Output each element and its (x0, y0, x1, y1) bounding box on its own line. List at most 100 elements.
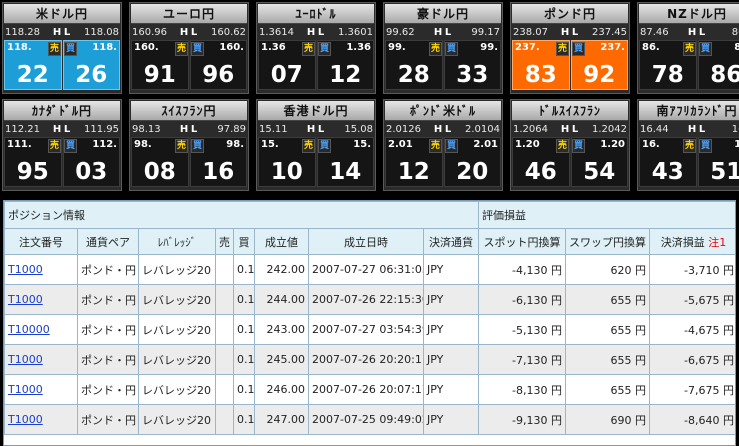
rate-panel[interactable]: ポンド円 238.07 H L 237.45 237. 83 237. 92 売買 (510, 2, 630, 94)
rate-panel[interactable]: ユーロ円 160.96 H L 160.62 160. 91 160. 96 売買 (129, 2, 249, 94)
bid-figure: 1.20 (515, 139, 540, 150)
quote-row: 1.36 07 1.36 12 売買 (258, 40, 374, 90)
sell-badge: 売 (48, 42, 62, 56)
price-cell: 247.00 (254, 404, 309, 435)
datetime-cell: 2007-07-27 06:31:05 (308, 254, 424, 285)
buy-cell: 0.1 (233, 284, 255, 315)
datetime-cell: 2007-07-26 20:07:17 (308, 374, 424, 405)
bid-pips: 22 (16, 62, 49, 88)
rate-panel[interactable]: 豪ドル円 99.62 H L 99.17 99. 28 99. 33 売買 (383, 2, 503, 94)
high-value: 86.6 (731, 26, 739, 38)
section-title: ポジション情報 (4, 201, 479, 229)
order-cell: T1000 (4, 344, 78, 375)
high-value: 1.2042 (592, 123, 627, 135)
rate-panel[interactable]: NZドル円 87.46 HL 86.6 86. 78 86. 86 売買 (637, 2, 739, 94)
high-low-row: 1.2064 H L 1.2042 (511, 121, 629, 137)
pair-cell: ポンド・円 (77, 254, 139, 285)
quote-row: 98. 08 98. 16 売買 (131, 137, 247, 187)
quote-row: 99. 28 99. 33 売買 (385, 40, 501, 90)
order-link[interactable]: T1000 (8, 293, 43, 306)
high-value: 1.3601 (338, 26, 373, 38)
buy-badge: 買 (445, 42, 459, 56)
quote-row: 2.01 12 2.01 20 売買 (385, 137, 501, 187)
rate-panel[interactable]: 香港ドル円 15.11 H L 15.08 15. 10 15. 14 売買 (256, 99, 376, 191)
rate-panel[interactable]: ｶﾅﾀﾞﾄﾞﾙ円 112.21 H L 111.95 111. 95 112. 03 売買 (2, 99, 122, 191)
ask-figure: 16. (734, 139, 739, 150)
bid-figure: 99. (388, 42, 406, 53)
high-label: H (52, 26, 62, 38)
pair-name: ｶﾅﾀﾞﾄﾞﾙ円 (4, 101, 120, 121)
ask-pips: 20 (456, 159, 489, 185)
high-value: 118.08 (84, 26, 119, 38)
price-cell: 244.00 (254, 284, 309, 315)
spot-cell: -4,130 円 (478, 254, 566, 285)
quote-row: 160. 91 160. 96 売買 (131, 40, 247, 90)
swap-cell: 655 円 (565, 284, 650, 315)
sell-cell (215, 344, 234, 375)
high-label: H (687, 26, 697, 38)
high-low-row: 1.3614 H L 1.3601 (257, 24, 375, 40)
datetime-cell: 2007-07-26 20:20:11 (308, 344, 424, 375)
low-value: 1.2064 (513, 123, 548, 135)
order-cell: T10000 (4, 314, 78, 345)
pl-title: 評価損益 (478, 201, 735, 229)
low-value: 2.0126 (386, 123, 421, 135)
bid-figure: 16. (642, 139, 660, 150)
rate-panel[interactable]: ﾄﾞﾙｽｲｽﾌﾗﾝ 1.2064 H L 1.2042 1.20 46 1.20 54 売買 (510, 99, 630, 191)
bid-pips: 10 (270, 159, 303, 185)
currency-cell: JPY (423, 284, 479, 315)
sell-badge: 売 (302, 42, 316, 56)
table-row: T1000 ポンド・円 レバレッジ20 0.1 242.00 2007-07-27 06:… (4, 254, 735, 285)
bid-pips: 46 (524, 159, 557, 185)
order-link[interactable]: T1000 (8, 413, 43, 426)
low-value: 160.96 (132, 26, 167, 38)
buy-cell: 0.1 (233, 404, 255, 435)
spot-cell: -7,130 円 (478, 344, 566, 375)
pair-name: ﾎﾟﾝﾄﾞ米ﾄﾞﾙ (385, 101, 501, 121)
sell-badge: 売 (556, 42, 570, 56)
leverage-cell: レバレッジ20 (138, 254, 216, 285)
ask-pips: 92 (583, 62, 616, 88)
high-low-row: 238.07 H L 237.45 (511, 24, 629, 40)
pair-name: 南ｱﾌﾘｶﾗﾝﾄﾞ円 (639, 101, 739, 121)
column-header: スポット円換算 (478, 228, 566, 255)
pair-cell: ポンド・円 (77, 374, 139, 405)
order-link[interactable]: T1000 (8, 353, 43, 366)
rate-panels: 米ドル円 118.28 H L 118.08 118. 22 118. 26 売買ユーロ円 160.… (0, 0, 739, 196)
swap-cell: 620 円 (565, 254, 650, 285)
buy-badge: 買 (445, 139, 459, 153)
swap-cell: 655 円 (565, 344, 650, 375)
low-label: L (317, 123, 325, 135)
low-label: L (190, 123, 198, 135)
ask-pips: 51 (710, 159, 739, 185)
sell-cell (215, 404, 234, 435)
high-label: H (433, 26, 443, 38)
bid-figure: 118. (7, 42, 32, 53)
ask-pips: 96 (202, 62, 235, 88)
high-value: 97.89 (217, 123, 246, 135)
rate-panel[interactable]: 米ドル円 118.28 H L 118.08 118. 22 118. 26 売買 (2, 2, 122, 94)
high-value: 160.62 (211, 26, 246, 38)
sell-badge: 売 (175, 42, 189, 56)
buy-badge: 買 (699, 42, 713, 56)
ask-figure: 160. (219, 42, 244, 53)
order-link[interactable]: T1000 (8, 383, 43, 396)
ask-figure: 118. (92, 42, 117, 53)
rate-panel[interactable]: ﾎﾟﾝﾄﾞ米ﾄﾞﾙ 2.0126 H L 2.0104 2.01 12 2.01 20 売買 (383, 99, 503, 191)
pair-name: ﾕｰﾛﾄﾞﾙ (258, 4, 374, 24)
quote-row: 15. 10 15. 14 売買 (258, 137, 374, 187)
rate-panel[interactable]: 南ｱﾌﾘｶﾗﾝﾄﾞ円 16.44 HL 16.4 16. 43 16. 51 売買 (637, 99, 739, 191)
ask-pips: 12 (329, 62, 362, 88)
datetime-cell: 2007-07-25 09:49:02 (308, 404, 424, 435)
spot-cell: -5,130 円 (478, 314, 566, 345)
pl-cell: -3,710 円 (649, 254, 735, 285)
price-cell: 246.00 (254, 374, 309, 405)
ask-pips: 26 (75, 62, 108, 88)
order-link[interactable]: T1000 (8, 263, 43, 276)
order-link[interactable]: T10000 (8, 323, 50, 336)
quote-row: 111. 95 112. 03 売買 (4, 137, 120, 187)
rate-panel[interactable]: ﾕｰﾛﾄﾞﾙ 1.3614 H L 1.3601 1.36 07 1.36 12 売買 (256, 2, 376, 94)
table-row: T1000 ポンド・円 レバレッジ20 0.1 244.00 2007-07-26 22:… (4, 284, 735, 315)
rate-panel[interactable]: ｽｲｽﾌﾗﾝ円 98.13 H L 97.89 98. 08 98. 16 売買 (129, 99, 249, 191)
buy-badge: 買 (572, 139, 586, 153)
